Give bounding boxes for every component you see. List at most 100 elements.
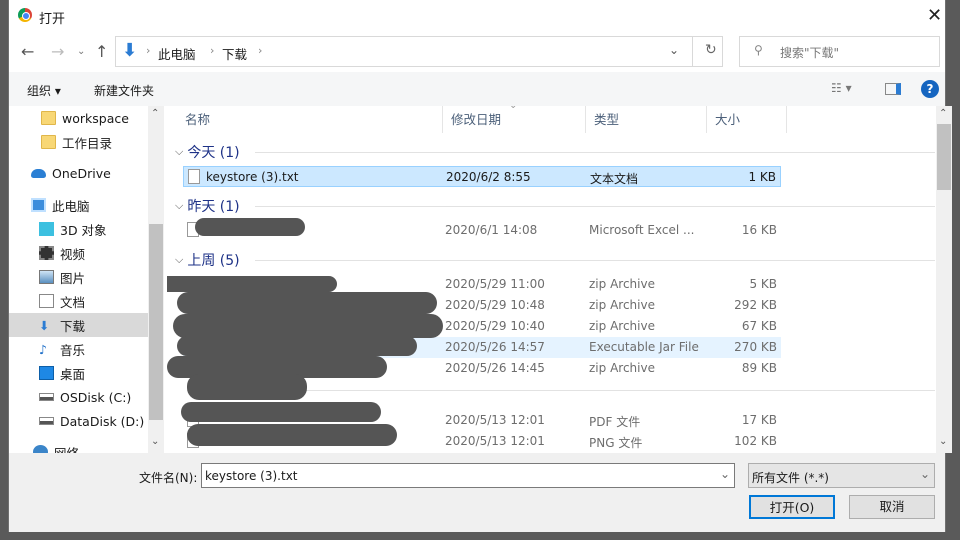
sidebar-item-label: DataDisk (D:)	[60, 413, 145, 429]
breadcrumb-downloads[interactable]: 下载	[222, 44, 247, 63]
up-button[interactable]: ↑	[95, 42, 108, 61]
sidebar-item-label: OSDisk (C:)	[60, 389, 132, 405]
file-size: 67 KB	[741, 319, 777, 333]
sidebar-item[interactable]: 工作目录	[9, 130, 148, 154]
sidebar-item[interactable]: OneDrive	[9, 161, 148, 185]
file-date: 2020/5/26 14:45	[445, 361, 545, 375]
forward-button[interactable]: →	[51, 42, 64, 61]
sidebar-item-label: workspace	[62, 110, 129, 126]
file-type: Microsoft Excel ...	[589, 223, 695, 237]
cube-icon	[39, 222, 54, 236]
search-input[interactable]: ⚲ 搜索"下载"	[739, 36, 940, 67]
sidebar-item-label: 视频	[60, 246, 86, 262]
drive-icon	[39, 393, 54, 401]
sidebar-item[interactable]: 视频	[9, 241, 148, 265]
file-list: 名称 修改日期 类型 大小 ⌄ ⌵今天 (1)keystore (3).txt2…	[167, 106, 936, 453]
sort-indicator-icon: ⌄	[509, 106, 517, 111]
sidebar-item[interactable]: DataDisk (D:)	[9, 409, 148, 433]
drive-icon	[39, 417, 54, 425]
breadcrumb-this-pc[interactable]: 此电脑	[158, 44, 196, 63]
column-size[interactable]: 大小	[707, 106, 787, 133]
download-icon: ⬇	[122, 40, 138, 61]
nav-scrollbar[interactable]: ⌃ ⌄	[148, 106, 164, 453]
organize-button[interactable]: 组织 ▾	[27, 82, 61, 99]
column-name[interactable]: 名称	[177, 106, 443, 133]
chrome-icon	[18, 8, 32, 22]
file-type: PNG 文件	[589, 436, 643, 450]
file-size: 89 KB	[741, 361, 777, 375]
chevron-down-icon: ⌵	[175, 253, 184, 266]
file-size: 102 KB	[734, 434, 777, 448]
group-header[interactable]: ⌵ 上周 (5)	[175, 249, 935, 271]
sidebar-item[interactable]: OSDisk (C:)	[9, 385, 148, 409]
help-icon[interactable]: ?	[921, 80, 939, 98]
cancel-button[interactable]: 取消	[849, 495, 935, 519]
sidebar-item[interactable]: 文档	[9, 289, 148, 313]
file-date: 2020/5/13 12:01	[445, 413, 545, 427]
chevron-down-icon[interactable]: ⌄	[720, 467, 730, 481]
toolbar: 组织 ▾ 新建文件夹 ☷ ▾ ?	[9, 72, 945, 106]
view-options-icon[interactable]: ☷ ▾	[831, 81, 852, 95]
sidebar-item-label: 音乐	[60, 342, 86, 358]
download-icon: ⬇	[39, 318, 50, 333]
new-folder-button[interactable]: 新建文件夹	[94, 82, 154, 99]
sidebar-item[interactable]: ⬇ 下载	[9, 313, 148, 337]
file-type: Executable Jar File	[589, 340, 699, 354]
file-date: 2020/5/29 11:00	[445, 277, 545, 291]
search-placeholder: 搜索"下载"	[780, 46, 840, 60]
sidebar-item[interactable]: 图片	[9, 265, 148, 289]
document-icon	[39, 294, 54, 308]
filename-label: 文件名(N):	[139, 471, 198, 485]
sidebar-item-label: 工作目录	[62, 135, 113, 151]
file-type: zip Archive	[589, 277, 655, 291]
chevron-down-icon: ⌵	[175, 199, 184, 212]
column-type[interactable]: 类型	[586, 106, 707, 133]
sidebar-item-label: 桌面	[60, 366, 86, 382]
group-header[interactable]: ⌵ 昨天 (1)	[175, 195, 935, 217]
file-type-select[interactable]: 所有文件 (*.*) ⌄	[748, 463, 935, 488]
file-date: 2020/5/29 10:40	[445, 319, 545, 333]
list-scrollbar[interactable]: ⌃ ⌄	[936, 106, 952, 453]
address-bar[interactable]: ⬇ › 此电脑 › 下载 › ⌄ ↻	[115, 36, 723, 67]
sidebar-item[interactable]: 此电脑	[9, 193, 148, 217]
computer-icon	[31, 198, 46, 212]
group-label: 上周 (5)	[187, 253, 240, 269]
sidebar-item[interactable]: 网络	[9, 440, 148, 453]
open-button[interactable]: 打开(O)	[749, 495, 835, 519]
file-row[interactable]: keystore (3).txt 2020/6/2 8:55 文本文档 1 KB	[183, 166, 781, 187]
window-title: 打开	[39, 12, 66, 27]
folder-icon	[41, 135, 56, 149]
file-date: 2020/6/2 8:55	[446, 170, 531, 184]
file-date: 2020/5/13 12:01	[445, 434, 545, 448]
redaction-scribble	[167, 276, 337, 292]
sidebar-item-label: 网络	[54, 445, 80, 454]
sidebar-item-label: 此电脑	[52, 198, 90, 214]
chevron-down-icon: ⌄	[920, 467, 931, 481]
file-date: 2020/5/26 14:57	[445, 340, 545, 354]
sidebar-item[interactable]: 桌面	[9, 361, 148, 385]
recent-locations-button[interactable]: ⌄	[77, 46, 85, 57]
sidebar-item[interactable]: workspace	[9, 106, 148, 130]
preview-pane-icon[interactable]	[885, 83, 901, 95]
file-size: 292 KB	[734, 298, 777, 312]
address-dropdown-icon[interactable]: ⌄	[669, 43, 679, 57]
open-file-dialog: 打开 ✕ ← → ⌄ ↑ ⬇ › 此电脑 › 下载 › ⌄ ↻ ⚲ 搜索"下载"…	[8, 0, 952, 532]
sidebar-item[interactable]: ♪ 音乐	[9, 337, 148, 361]
close-icon[interactable]: ✕	[927, 5, 942, 26]
group-divider	[255, 390, 935, 391]
redaction-scribble	[181, 402, 381, 422]
footer: 文件名(N): keystore (3).txt ⌄ 所有文件 (*.*) ⌄ …	[9, 453, 945, 532]
redaction-scribble	[177, 336, 417, 356]
filename-input[interactable]: keystore (3).txt ⌄	[201, 463, 735, 488]
refresh-icon[interactable]: ↻	[705, 42, 717, 58]
folder-icon	[41, 111, 56, 125]
cloud-icon	[31, 168, 46, 178]
group-header[interactable]: ⌵ 今天 (1)	[175, 141, 935, 163]
file-type: 文本文档	[590, 172, 639, 186]
sidebar-item-label: 3D 对象	[60, 222, 107, 238]
file-type: zip Archive	[589, 361, 655, 375]
back-button[interactable]: ←	[21, 42, 34, 61]
sidebar-item[interactable]: 3D 对象	[9, 217, 148, 241]
group-label: 今天 (1)	[187, 145, 240, 161]
redaction-scribble	[187, 424, 397, 446]
